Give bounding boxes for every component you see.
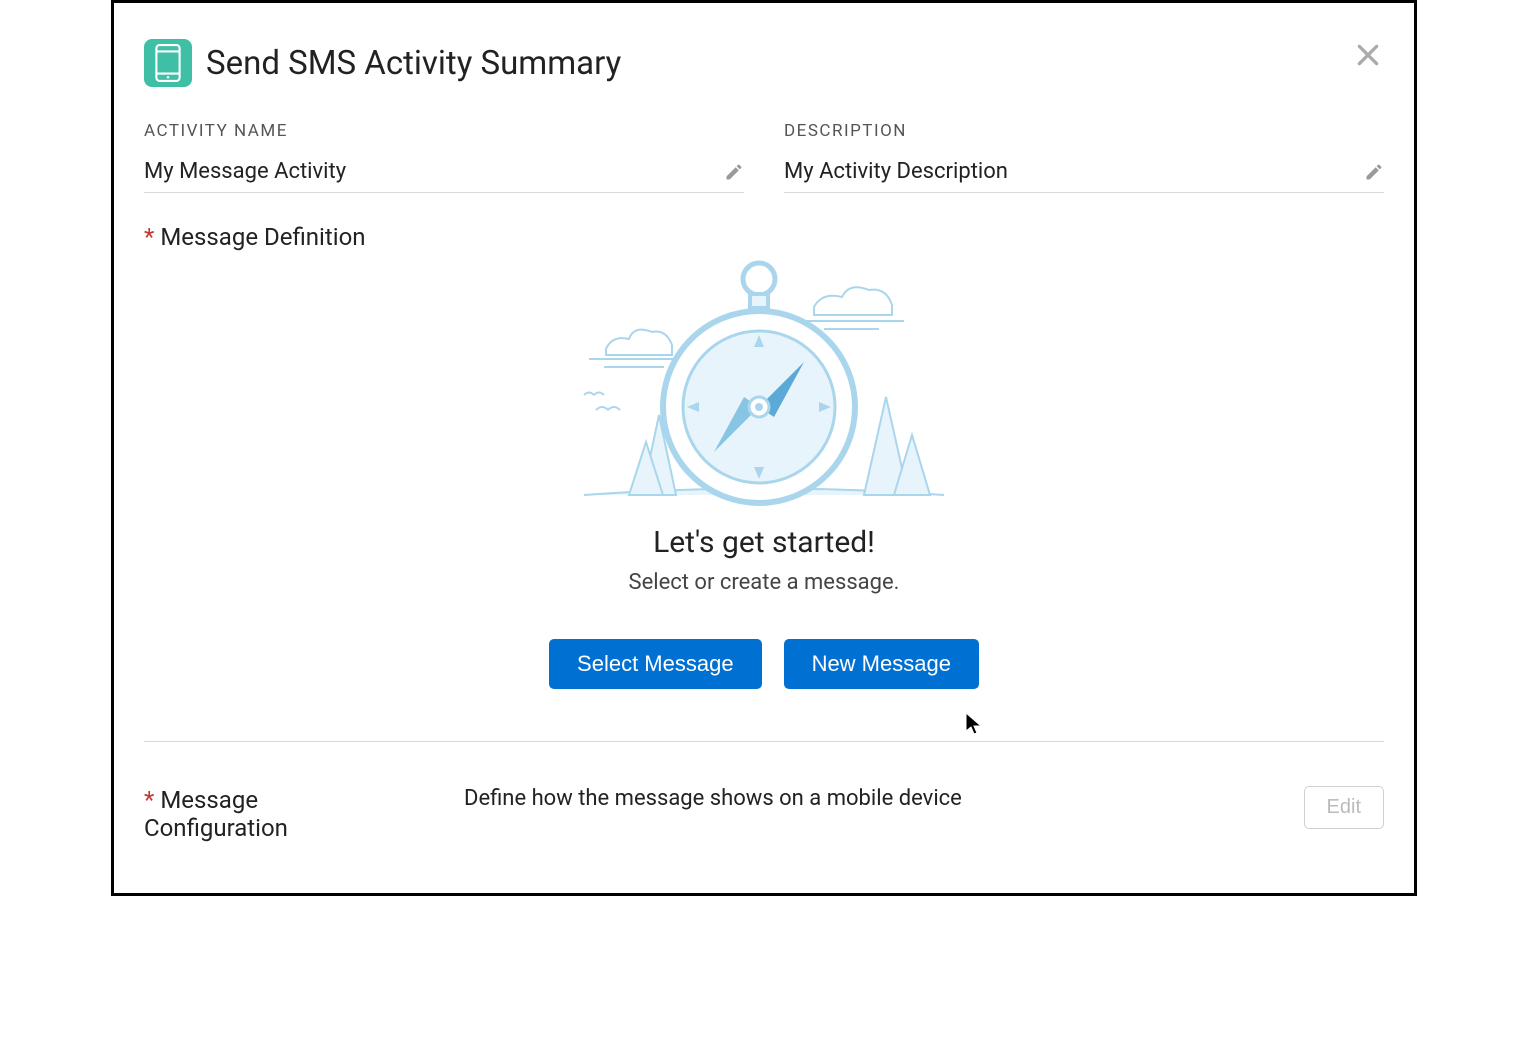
modal-header: Send SMS Activity Summary [144,39,1384,87]
get-started-subheading: Select or create a message. [144,570,1384,595]
fields-row: ACTIVITY NAME My Message Activity DESCRI… [144,121,1384,193]
activity-name-value: My Message Activity [144,159,346,184]
sms-icon [144,39,192,87]
required-asterisk: * [144,786,154,814]
pencil-icon[interactable] [724,162,744,182]
get-started-heading: Let's get started! [144,525,1384,560]
select-message-button[interactable]: Select Message [549,639,762,689]
description-field: DESCRIPTION My Activity Description [784,121,1384,193]
required-asterisk: * [144,223,154,251]
activity-name-label: ACTIVITY NAME [144,121,744,141]
close-icon [1355,42,1381,68]
description-value-row[interactable]: My Activity Description [784,159,1384,193]
sms-activity-modal: Send SMS Activity Summary ACTIVITY NAME … [111,0,1417,896]
message-buttons-row: Select Message New Message [144,639,1384,689]
config-left: *Message Configuration Define how the me… [144,786,962,842]
close-button[interactable] [1352,39,1384,71]
edit-configuration-button[interactable]: Edit [1304,786,1384,829]
new-message-button[interactable]: New Message [784,639,979,689]
compass-illustration [144,247,1384,507]
pencil-icon[interactable] [1364,162,1384,182]
activity-name-value-row[interactable]: My Message Activity [144,159,744,193]
message-configuration-title: *Message Configuration [144,786,364,842]
modal-title: Send SMS Activity Summary [206,44,621,83]
description-value: My Activity Description [784,159,1008,184]
activity-name-field: ACTIVITY NAME My Message Activity [144,121,744,193]
description-label: DESCRIPTION [784,121,1384,141]
message-configuration-section: *Message Configuration Define how the me… [144,786,1384,842]
message-definition-section: *Message Definition [144,223,1384,742]
message-configuration-description: Define how the message shows on a mobile… [464,786,962,811]
